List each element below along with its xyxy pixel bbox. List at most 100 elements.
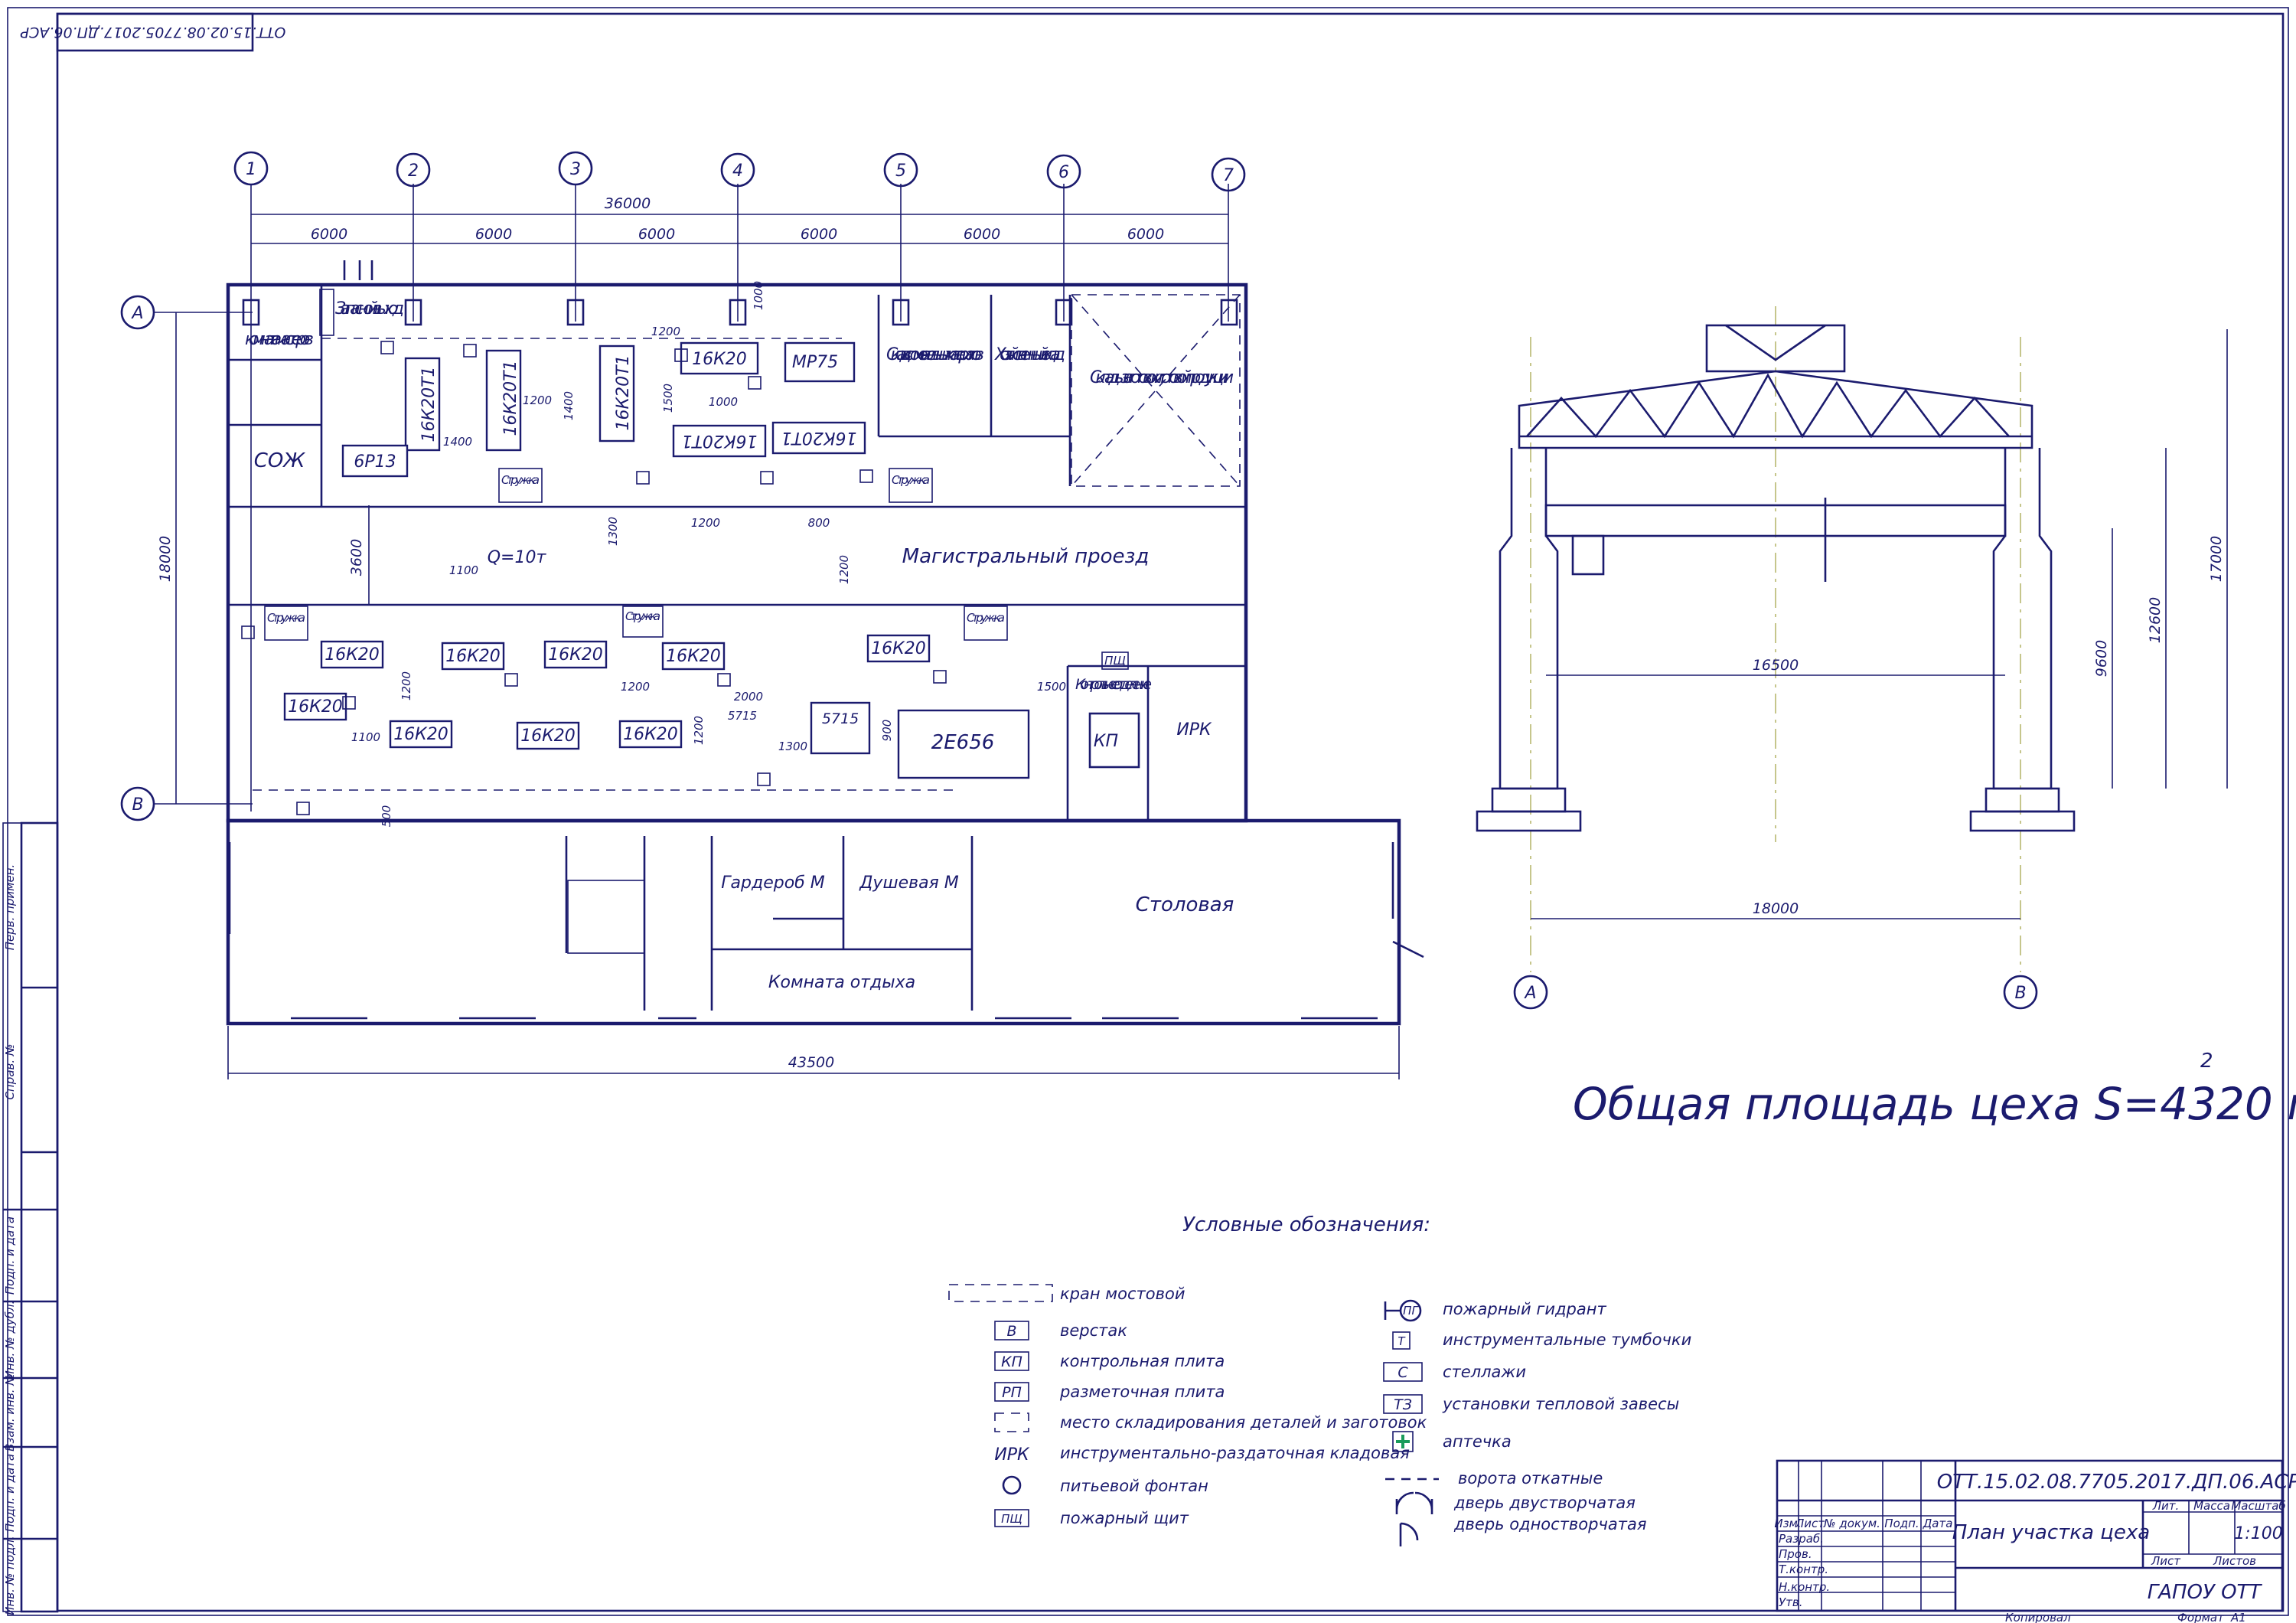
room-otdyh: Комната отдыха	[768, 973, 915, 992]
room-main-pass: Магистральный проезд	[902, 545, 1150, 568]
fire-shield: ПЩ	[1104, 654, 1126, 668]
machine-2e656: 2Е656	[931, 731, 995, 754]
side-label-vzam: Взам. инв. №	[3, 1373, 17, 1452]
section-axis-A: А	[1523, 984, 1536, 1003]
scrap-label-1: Струж-ка	[501, 473, 540, 487]
tb-row-dok: № докум.	[1823, 1517, 1880, 1530]
double-door-symbol	[1395, 1491, 1433, 1514]
machine-16k20-5: 16К20	[666, 647, 721, 666]
room-hoz: Хозяйст-венный склад	[994, 345, 1065, 364]
area-text: Общая площадь цеха S=4320 м	[1573, 1078, 2296, 1130]
room-exit: Запасной выход	[335, 299, 404, 318]
machine-16k20t1-b: 16К20Т1	[501, 360, 520, 436]
dim-1500a: 1500	[661, 384, 675, 413]
tb-role-prov: Пров.	[1779, 1547, 1812, 1561]
dim-2000: 2000	[734, 690, 763, 704]
legend-title: Условные обозначения:	[1182, 1213, 1430, 1236]
dim-1000b: 1000	[752, 281, 765, 310]
machine-16k20-7: 16К20	[393, 725, 448, 744]
legend-r-7: дверь одностворчатая	[1453, 1515, 1647, 1533]
tb-scale: 1:100	[2234, 1524, 2282, 1543]
dim-1400b: 1400	[562, 391, 576, 420]
machine-16k20-8: 16К20	[520, 727, 576, 746]
tb-row-data: Дата	[1923, 1517, 1953, 1530]
legend-sym-B: В	[1006, 1323, 1016, 1340]
tb-role-razrab: Разраб.	[1779, 1532, 1824, 1546]
floor-plan: 1 2 3 4 5 6 7 А В 36000 6000 6000 6000 6…	[120, 151, 1424, 1079]
dim-1000a: 1000	[709, 395, 738, 409]
dim-1500b: 1500	[1037, 680, 1066, 694]
legend-r-5: ворота откатные	[1458, 1469, 1603, 1487]
tb-format-val: А1	[2230, 1611, 2246, 1623]
section-dim-17000: 17000	[2208, 536, 2225, 582]
axis-label-1: 1	[246, 160, 256, 179]
dim-bay-2: 6000	[475, 226, 512, 243]
side-label-perv: Перв. примен.	[3, 864, 17, 951]
tb-org: ГАПОУ ОТТ	[2148, 1581, 2263, 1604]
dim-bay-1: 6000	[311, 226, 347, 243]
legend-l-1: верстак	[1060, 1321, 1127, 1340]
section-dim-16500: 16500	[1753, 657, 1799, 674]
legend-sym-PSH: ПЩ	[1001, 1512, 1022, 1526]
dim-1200d: 1200	[837, 555, 851, 584]
side-label-podp2: Подп. и дата	[3, 1454, 17, 1532]
machine-16k20-1: 16К20	[325, 645, 380, 665]
legend-l-5: инструментально-раздаточная кладовая	[1060, 1444, 1410, 1462]
machine-16k20t1-e: 16К20Т1	[781, 428, 856, 447]
legend-sym-TZ: ТЗ	[1394, 1396, 1412, 1413]
workshop-drawing: ОТТ.15.02.08.7705.2017.ДП.06.АСР Перв. п…	[2, 7, 2296, 1623]
room-sklad-zag: Склады заготовок и готовой продукции	[1090, 368, 1234, 387]
tb-copied: Копировал	[2005, 1611, 2071, 1623]
tb-format: Формат	[2177, 1611, 2225, 1623]
room-kp: КП	[1094, 732, 1118, 751]
dim-bay-6: 6000	[1127, 226, 1164, 243]
legend-r-3: установки тепловой завесы	[1442, 1395, 1679, 1413]
dim-1200f: 1200	[621, 680, 650, 694]
dim-1200e: 1200	[400, 671, 413, 700]
legend-l-7: пожарный щит	[1060, 1509, 1189, 1527]
legend-l-3: разметочная плита	[1059, 1383, 1225, 1401]
dim-building: 43500	[788, 1054, 834, 1071]
dim-1200b: 1200	[651, 325, 680, 338]
dim-1200a: 1200	[523, 394, 552, 407]
machine-5715: 5715	[822, 710, 859, 727]
legend-r-4: аптечка	[1443, 1432, 1512, 1451]
dim-total: 36000	[605, 195, 651, 212]
tb-role-utv: Утв.	[1779, 1595, 1803, 1609]
room-masters: комната мастеров	[245, 330, 314, 349]
area-sup: 2	[2200, 1050, 2213, 1073]
span-dimension: 18000 3600	[157, 312, 370, 804]
machine-6r13: 6Р13	[354, 452, 396, 472]
legend-sym-RP: РП	[1002, 1384, 1022, 1401]
section-dim-18000: 18000	[1753, 900, 1799, 917]
section-dim-9600: 9600	[2093, 640, 2110, 677]
side-label-podl: Инв. № подл.	[3, 1536, 17, 1615]
side-label-podp1: Подп. и дата	[3, 1216, 17, 1295]
machine-16k20t1-d: 16К20Т1	[681, 431, 757, 450]
tb-sheets: Листов	[2213, 1554, 2256, 1568]
axis-label-7: 7	[1223, 166, 1234, 185]
legend-r-2: стеллажи	[1443, 1363, 1526, 1381]
axis-label-A: А	[130, 304, 143, 323]
legend-sym-T: Т	[1397, 1334, 1406, 1348]
axis-label-4: 4	[732, 162, 743, 181]
room-garderob: Гардероб М	[721, 874, 824, 893]
fountain-symbol	[1002, 1475, 1022, 1495]
building-dimension: 43500	[227, 1026, 1400, 1079]
tb-role-tkontr: Т.контр.	[1779, 1563, 1828, 1576]
dim-1300b: 1300	[778, 740, 807, 753]
cross-section: 16500 18000 9600 12600 17000 А В	[1476, 306, 2228, 1010]
machine-16k20-4: 16К20	[548, 645, 603, 665]
section-dim-12600: 12600	[2147, 597, 2164, 643]
single-door-symbol	[1399, 1522, 1419, 1546]
dim-bay-4: 6000	[801, 226, 837, 243]
machine-16k20-3: 16К20	[445, 647, 501, 666]
tb-mass: Масса	[2193, 1499, 2230, 1513]
sheet-frame: ОТТ.15.02.08.7705.2017.ДП.06.АСР Перв. п…	[2, 7, 2289, 1616]
scrap-bins: Струж-ка Струж-ка Струж-ка Струж-ка Стру…	[264, 468, 1129, 670]
legend-r-1: инструментальные тумбочки	[1443, 1331, 1691, 1349]
legend-l-2: контрольная плита	[1060, 1352, 1225, 1370]
axis-label-B: В	[132, 795, 143, 815]
scrap-label-2: Струж-ка	[892, 473, 930, 487]
scrap-label-5: Струж-ка	[967, 611, 1005, 625]
